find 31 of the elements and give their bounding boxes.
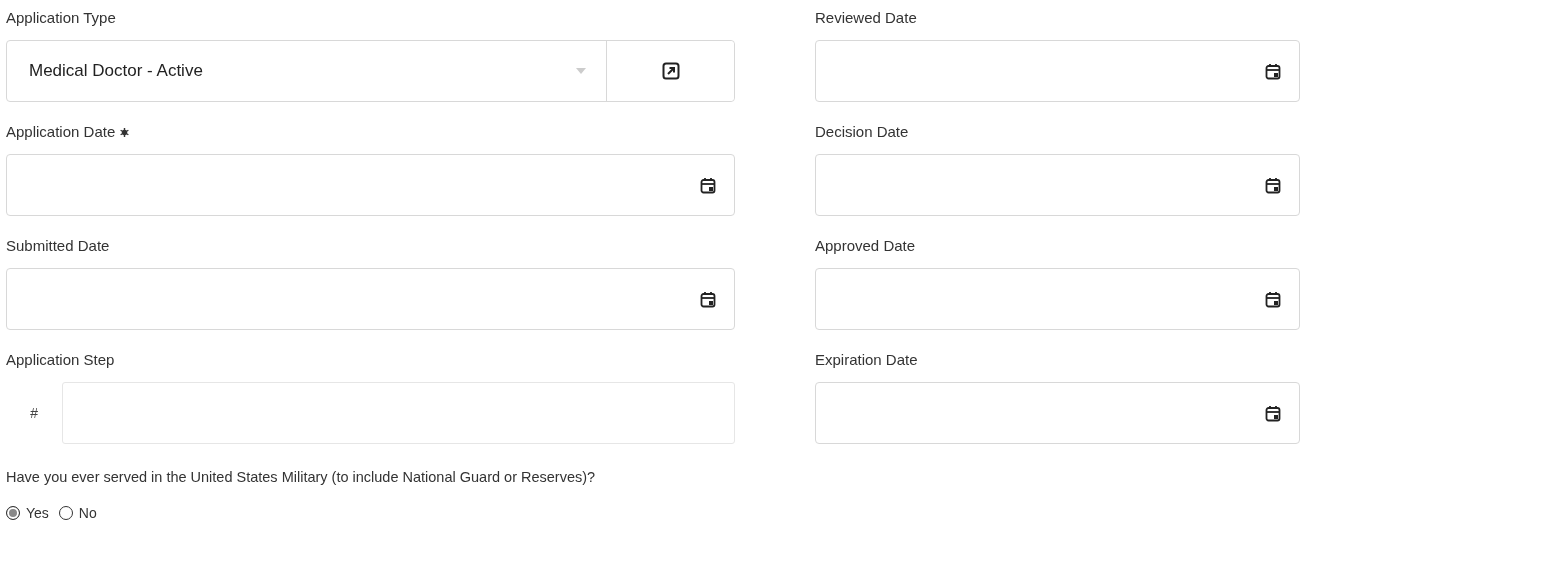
calendar-icon[interactable] [1265, 62, 1281, 80]
field-label: Decision Date [815, 122, 909, 142]
field-label: Reviewed Date [815, 8, 917, 28]
number-field[interactable] [62, 382, 735, 444]
select-field[interactable]: Medical Doctor - Active [6, 40, 735, 102]
number-prefix: # [29, 405, 39, 421]
field-label: Submitted Date [6, 236, 110, 256]
radio-label: No [78, 505, 97, 521]
date-field[interactable] [815, 40, 1300, 102]
date-field[interactable] [815, 382, 1300, 444]
radio-button[interactable] [6, 506, 20, 520]
radio-label: Yes [26, 505, 49, 521]
select-value: Medical Doctor - Active [29, 61, 204, 81]
field-label: Application Date [6, 122, 116, 142]
field-label: Expiration Date [815, 350, 918, 370]
date-field[interactable] [815, 268, 1300, 330]
calendar-icon[interactable] [700, 290, 716, 308]
external-link-icon [661, 62, 680, 80]
date-field[interactable] [815, 154, 1300, 216]
field-label: Approved Date [815, 236, 916, 256]
radio-button[interactable] [58, 506, 73, 520]
calendar-icon[interactable] [1265, 290, 1281, 308]
calendar-icon[interactable] [700, 176, 716, 194]
field-label: Application Type [6, 8, 116, 28]
question-text: Have you ever served in the United States Military (to include National Guard or Reserves)? [6, 468, 597, 487]
caret-icon [576, 68, 586, 74]
calendar-icon[interactable] [1265, 404, 1281, 422]
date-field[interactable] [6, 268, 735, 330]
calendar-icon[interactable] [1265, 176, 1281, 194]
date-field[interactable] [6, 154, 735, 216]
field-label: Application Step [6, 350, 115, 370]
